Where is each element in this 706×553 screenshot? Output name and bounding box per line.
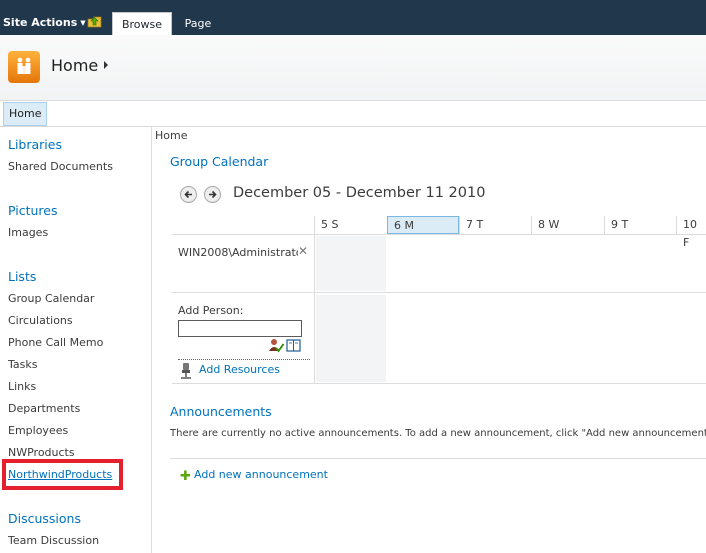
browse-address-book-icon[interactable] <box>286 339 301 352</box>
calendar-date-range: December 05 - December 11 2010 <box>233 185 486 201</box>
arrow-left-icon <box>184 190 192 199</box>
resource-name: WIN2008\Administrator <box>178 246 298 259</box>
tab-page[interactable]: Page <box>176 12 220 35</box>
next-week-button[interactable] <box>204 186 221 203</box>
grid-line <box>172 292 706 293</box>
navigate-up-icon[interactable] <box>87 15 103 29</box>
grid-line <box>172 234 706 235</box>
grid-line <box>172 383 706 384</box>
ql-item-images[interactable]: Images <box>8 226 48 239</box>
day-header-fri[interactable]: 10 F <box>676 216 706 249</box>
divider <box>178 359 310 360</box>
site-title[interactable]: Home <box>51 56 98 75</box>
ql-item-links[interactable]: Links <box>8 380 36 393</box>
ql-heading-libraries[interactable]: Libraries <box>8 137 62 152</box>
grid-line <box>170 458 706 459</box>
breadcrumb[interactable]: Home <box>155 129 187 142</box>
day-header-wed[interactable]: 8 W <box>531 216 604 234</box>
ql-item-employees[interactable]: Employees <box>8 424 68 437</box>
previous-week-button[interactable] <box>180 186 197 203</box>
highlight-annotation <box>2 459 123 490</box>
ql-item-shared-documents[interactable]: Shared Documents <box>8 160 113 173</box>
site-actions-label: Site Actions <box>3 16 78 29</box>
ql-heading-pictures[interactable]: Pictures <box>8 203 58 218</box>
title-area: Home <box>0 35 706 101</box>
add-plus-icon: ✚ <box>180 469 191 484</box>
day-header-tue[interactable]: 7 T <box>459 216 531 234</box>
top-navigation: Home <box>0 101 706 127</box>
ql-item-tasks[interactable]: Tasks <box>8 358 37 371</box>
people-picker-icons <box>269 339 301 353</box>
add-person-input[interactable] <box>178 320 302 337</box>
chevron-right-icon <box>104 61 108 69</box>
ql-item-group-calendar[interactable]: Group Calendar <box>8 292 94 305</box>
group-calendar-title[interactable]: Group Calendar <box>170 154 268 169</box>
tab-browse[interactable]: Browse <box>112 12 172 35</box>
day-header-thu[interactable]: 9 T <box>604 216 676 234</box>
announcements-title[interactable]: Announcements <box>170 404 272 419</box>
site-actions-menu[interactable]: Site Actions ▼ <box>3 16 86 29</box>
ribbon-bar: Site Actions ▼ Browse Page <box>0 0 706 35</box>
topnav-item-home[interactable]: Home <box>3 102 48 126</box>
resource-chair-icon <box>181 363 191 379</box>
announcements-empty-text: There are currently no active announceme… <box>170 428 706 439</box>
weekend-lane <box>316 236 386 291</box>
add-person-label: Add Person: <box>178 304 244 317</box>
ql-item-team-discussion[interactable]: Team Discussion <box>8 534 99 547</box>
day-header-sun[interactable]: 5 S <box>314 216 387 234</box>
ql-item-circulations[interactable]: Circulations <box>8 314 73 327</box>
remove-resource-icon[interactable]: ✕ <box>298 244 308 258</box>
chevron-down-icon: ▼ <box>80 19 86 27</box>
ql-heading-lists[interactable]: Lists <box>8 269 36 284</box>
grid-line <box>314 234 315 384</box>
weekend-lane <box>316 295 386 382</box>
add-new-announcement-link[interactable]: Add new announcement <box>194 468 328 481</box>
ql-item-phone-call-memo[interactable]: Phone Call Memo <box>8 336 103 349</box>
check-names-icon[interactable] <box>269 339 285 353</box>
site-logo-icon[interactable] <box>8 51 40 83</box>
ql-item-departments[interactable]: Departments <box>8 402 80 415</box>
add-resources-link[interactable]: Add Resources <box>199 363 280 376</box>
day-header-mon[interactable]: 6 M <box>387 216 459 234</box>
arrow-right-icon <box>209 190 217 199</box>
ql-heading-discussions[interactable]: Discussions <box>8 511 81 526</box>
ql-item-nwproducts[interactable]: NWProducts <box>8 446 75 459</box>
